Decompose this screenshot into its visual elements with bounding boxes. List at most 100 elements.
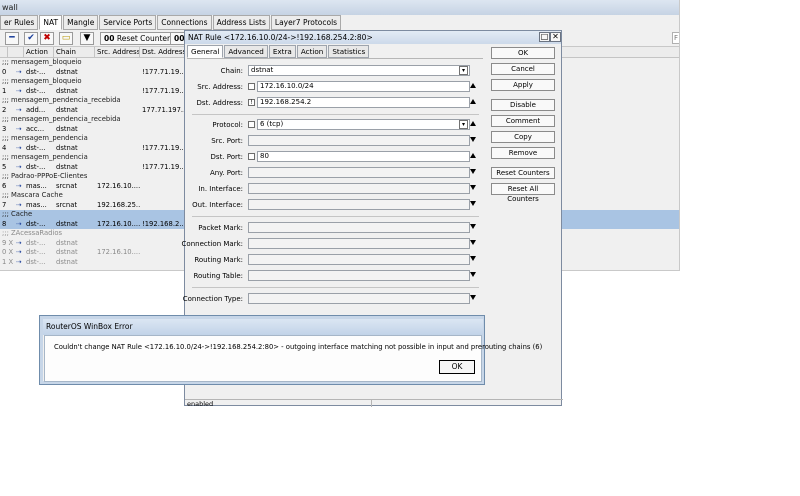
restore-icon[interactable]: □ <box>539 32 550 42</box>
in-interface-label: In. Interface: <box>198 185 243 193</box>
expand-down-icon[interactable] <box>470 272 476 277</box>
copy-button[interactable]: Copy <box>491 131 555 143</box>
reset-counters-button[interactable]: Reset Counters <box>491 167 555 179</box>
tab-statistics[interactable]: Statistics <box>328 45 370 58</box>
rule-number: 8 <box>2 219 7 228</box>
reset-all-counters-button[interactable]: Reset All Counters <box>491 183 555 203</box>
expand-down-icon[interactable] <box>470 137 476 142</box>
filter-icon[interactable]: ▼ <box>80 32 94 45</box>
find-input[interactable]: F <box>672 32 679 44</box>
error-ok-button[interactable]: OK <box>439 360 475 374</box>
tab-layer7-protocols[interactable]: Layer7 Protocols <box>270 15 342 30</box>
rule-src-address <box>95 258 140 268</box>
dst-port-negate-checkbox[interactable] <box>248 153 255 160</box>
src-address-negate-checkbox[interactable] <box>248 83 255 90</box>
routing-mark-select[interactable] <box>248 254 470 265</box>
rule-dst-address <box>140 201 187 211</box>
tab-extra[interactable]: Extra <box>268 45 296 58</box>
connection-mark-select[interactable] <box>248 238 470 249</box>
protocol-negate-checkbox[interactable] <box>248 121 255 128</box>
chain-select[interactable]: dstnat <box>248 65 470 76</box>
rule-action: dst-... <box>26 143 46 152</box>
disable-x-icon[interactable]: ✖ <box>40 32 54 45</box>
close-icon[interactable]: ✕ <box>550 32 561 42</box>
packet-mark-select[interactable] <box>248 222 470 233</box>
tab-address-lists[interactable]: Address Lists <box>212 15 270 30</box>
rule-action-icon: ⇢ <box>16 105 22 114</box>
expand-down-icon[interactable] <box>470 169 476 174</box>
firewall-tabs: er Rules NAT Mangle Service Ports Connec… <box>0 15 679 31</box>
column-header-num[interactable] <box>0 47 8 57</box>
routing-table-select[interactable] <box>248 270 470 281</box>
protocol-dropdown-icon[interactable]: ▾ <box>459 120 468 129</box>
dst-address-input[interactable]: 192.168.254.2 <box>257 97 470 108</box>
rule-comment: ;;; Mascara Cache <box>2 191 63 199</box>
any-port-input[interactable] <box>248 167 470 178</box>
rule-dst-address: !177.71.19... <box>142 162 186 171</box>
column-header-action[interactable]: Action <box>24 47 54 57</box>
connection-mark-label: Connection Mark: <box>181 240 243 248</box>
comment-button[interactable]: Comment <box>491 115 555 127</box>
rule-chain: dstnat <box>56 257 78 266</box>
collapse-up-icon[interactable] <box>470 83 476 88</box>
src-address-input[interactable]: 172.16.10.0/24 <box>257 81 470 92</box>
tab-general[interactable]: General <box>187 45 224 58</box>
rule-action-icon: ⇢ <box>16 219 22 228</box>
protocol-select[interactable]: 6 (tcp) <box>257 119 470 130</box>
expand-down-icon[interactable] <box>470 201 476 206</box>
rule-src-address <box>95 106 140 116</box>
expand-down-icon[interactable] <box>470 240 476 245</box>
rule-action: dst-... <box>26 86 46 95</box>
rule-action: dst-... <box>26 248 46 256</box>
dst-address-negate-checkbox[interactable]: ! <box>248 99 255 106</box>
collapse-up-icon[interactable] <box>470 153 476 158</box>
rule-src-address: 172.16.10.... <box>97 219 140 228</box>
expand-down-icon[interactable] <box>470 256 476 261</box>
column-header-chain[interactable]: Chain <box>54 47 95 57</box>
connection-type-select[interactable] <box>248 293 470 304</box>
tab-filter-rules[interactable]: er Rules <box>0 15 39 30</box>
rule-dst-address <box>140 258 187 268</box>
remove-rule-icon[interactable]: ━ <box>5 32 19 45</box>
divider <box>192 216 479 217</box>
chain-row: Chain: dstnat ▾ <box>187 65 483 77</box>
rule-action: dst-... <box>26 257 46 266</box>
out-interface-select[interactable] <box>248 199 470 210</box>
tab-service-ports[interactable]: Service Ports <box>99 15 157 30</box>
collapse-up-icon[interactable] <box>470 99 476 104</box>
tab-connections[interactable]: Connections <box>157 15 212 30</box>
chain-dropdown-icon[interactable]: ▾ <box>459 66 468 75</box>
enable-check-icon[interactable]: ✔ <box>24 32 38 45</box>
rule-chain: dstnat <box>56 238 78 247</box>
tab-advanced[interactable]: Advanced <box>224 45 268 58</box>
column-header-src-address[interactable]: Src. Address <box>95 47 140 57</box>
column-header-spacer[interactable] <box>8 47 24 57</box>
apply-button[interactable]: Apply <box>491 79 555 91</box>
in-interface-select[interactable] <box>248 183 470 194</box>
dst-port-input[interactable]: 80 <box>257 151 470 162</box>
expand-down-icon[interactable] <box>470 224 476 229</box>
src-port-input[interactable] <box>248 135 470 146</box>
rule-comment: ;;; mensagem_pendencia <box>2 134 88 142</box>
rule-chain: srcnat <box>56 181 78 190</box>
rule-action: mas... <box>26 181 47 190</box>
collapse-up-icon[interactable] <box>470 121 476 126</box>
tab-action[interactable]: Action <box>296 45 328 58</box>
disable-button[interactable]: Disable <box>491 99 555 111</box>
expand-down-icon[interactable] <box>470 185 476 190</box>
protocol-row: Protocol: 6 (tcp) ▾ <box>187 119 483 131</box>
routing-table-label: Routing Table: <box>193 272 243 280</box>
comment-icon[interactable]: ▭ <box>59 32 73 45</box>
tab-nat[interactable]: NAT <box>39 15 63 30</box>
rule-action-icon: ⇢ <box>16 67 22 76</box>
dst-address-label: Dst. Address: <box>196 99 243 107</box>
cancel-button[interactable]: Cancel <box>491 63 555 75</box>
remove-button[interactable]: Remove <box>491 147 555 159</box>
column-header-dst-address[interactable]: Dst. Address <box>140 47 187 57</box>
tab-mangle[interactable]: Mangle <box>63 15 99 30</box>
ok-button[interactable]: OK <box>491 47 555 59</box>
error-dialog-title: RouterOS WinBox Error <box>43 319 483 335</box>
any-port-label: Any. Port: <box>209 169 243 177</box>
reset-counters-button[interactable]: 00 Reset Counters <box>100 32 179 45</box>
expand-down-icon[interactable] <box>470 295 476 300</box>
